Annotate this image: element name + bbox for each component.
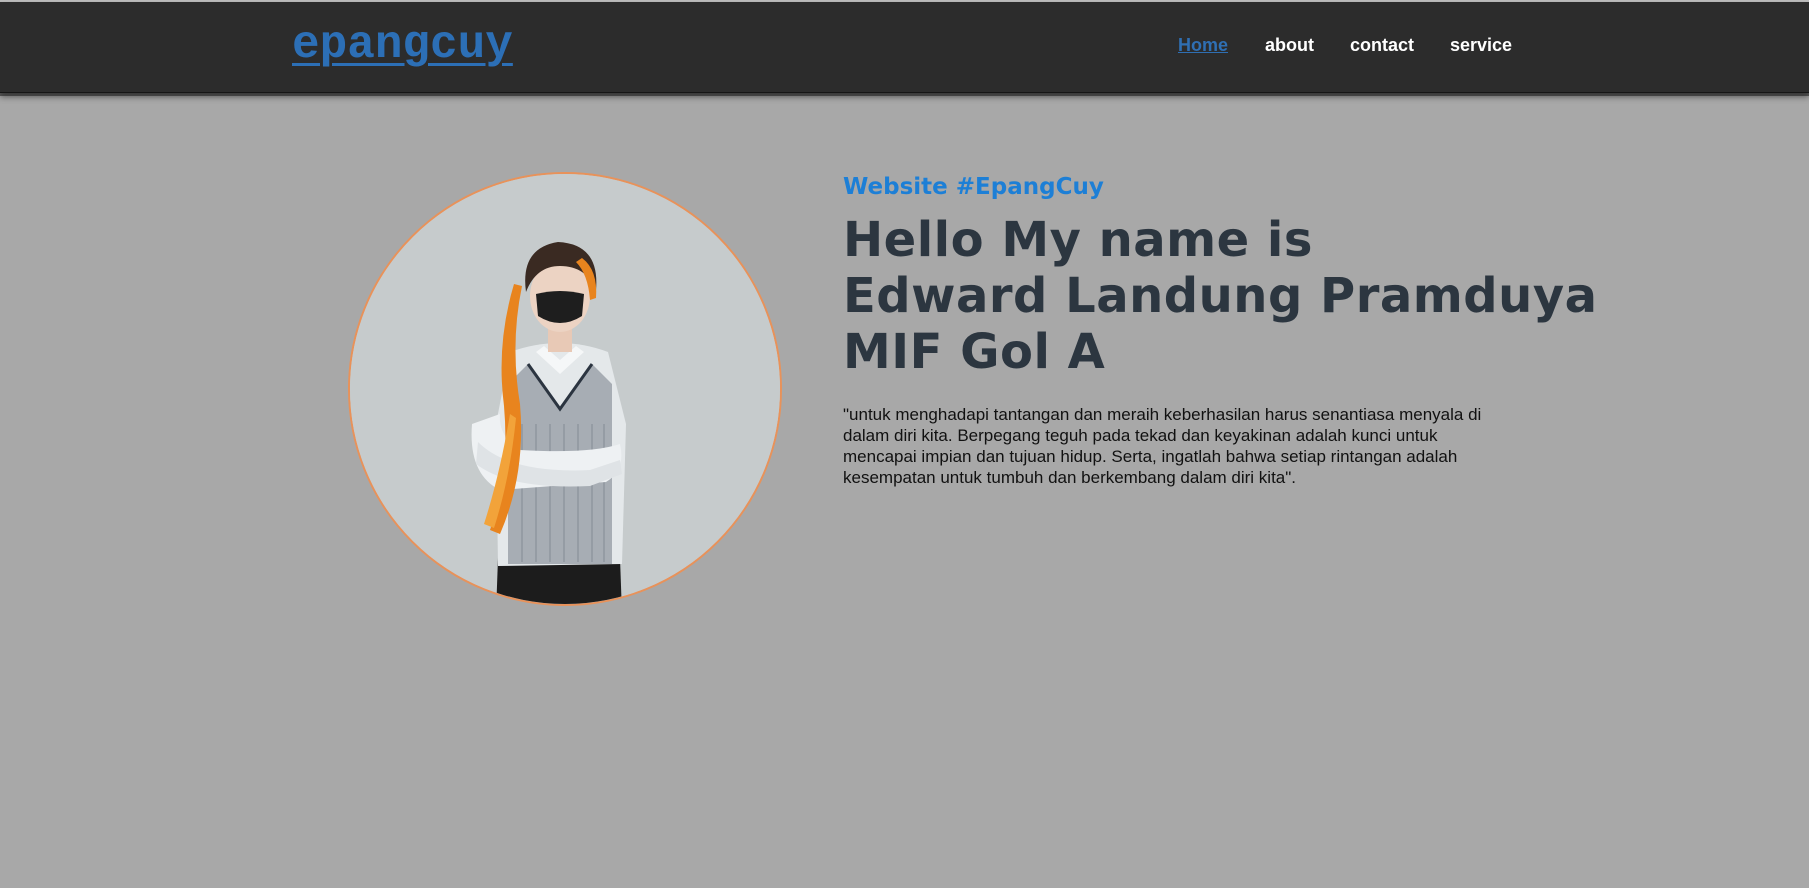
- hero-headline: Hello My name is Edward Landung Pramduya…: [843, 212, 1598, 380]
- hero-quote: "untuk menghadapi tantangan dan meraih k…: [843, 405, 1482, 487]
- site-logo[interactable]: epangcuy: [292, 22, 513, 68]
- nav-link-service[interactable]: service: [1450, 36, 1512, 54]
- nav-link-contact[interactable]: contact: [1350, 36, 1414, 54]
- headline-line-2: Edward Landung Pramduya: [843, 268, 1598, 324]
- nav-link-home[interactable]: Home: [1178, 36, 1228, 54]
- headline-line-1: Hello My name is: [843, 212, 1313, 268]
- nav-link-about[interactable]: about: [1265, 36, 1314, 54]
- profile-photo: [348, 172, 782, 606]
- person-illustration: [350, 174, 780, 604]
- hero-subtitle: Website #EpangCuy: [843, 174, 1104, 200]
- navbar: epangcuy Home about contact service: [0, 2, 1809, 96]
- headline-line-3: MIF Gol A: [843, 324, 1106, 380]
